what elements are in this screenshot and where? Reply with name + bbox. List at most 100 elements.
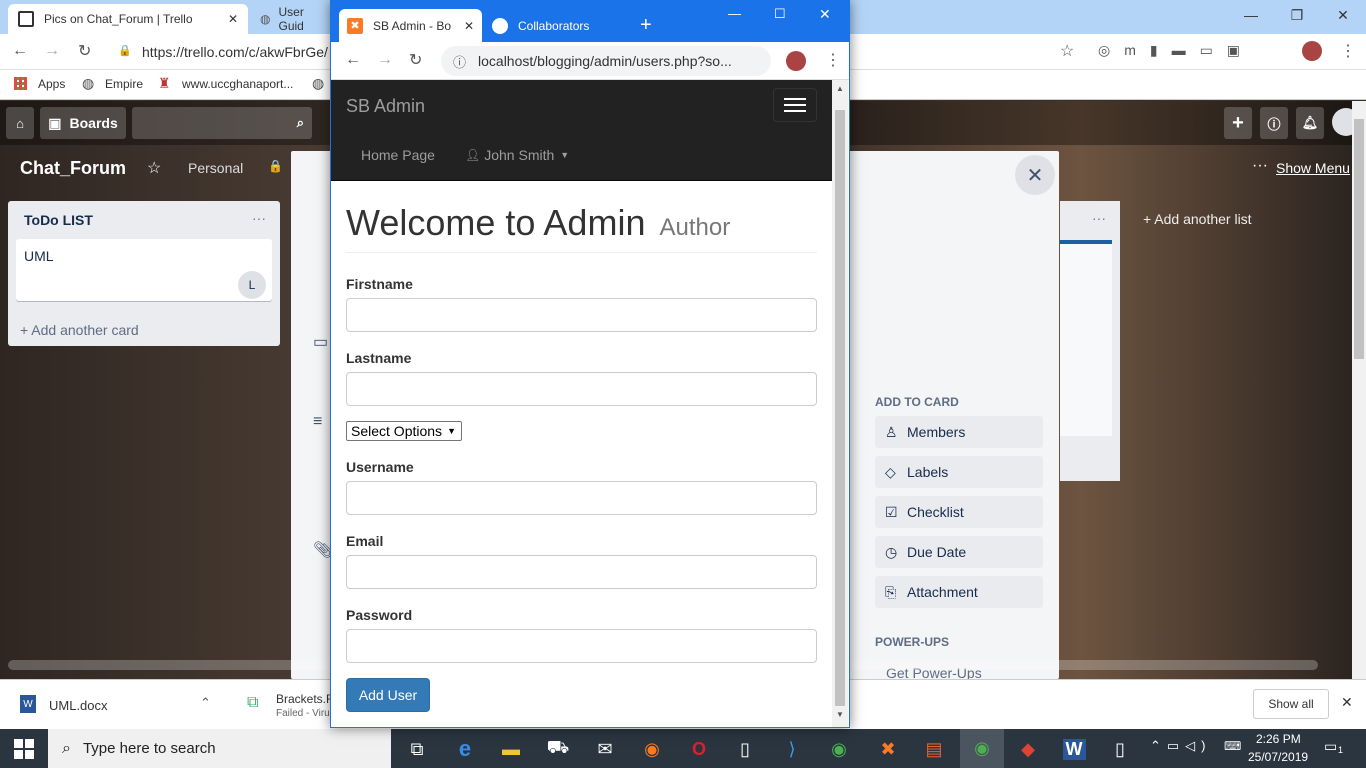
minimize-icon[interactable]: — <box>1228 0 1274 30</box>
close-icon[interactable]: ✕ <box>228 12 238 26</box>
create-button[interactable]: + <box>1224 107 1252 139</box>
nav-home-link[interactable]: Home Page <box>361 147 435 163</box>
clock-date[interactable]: 25/07/2019 <box>1248 750 1308 764</box>
scroll-down-icon[interactable]: ▼ <box>832 706 848 724</box>
git-icon[interactable]: ◆ <box>1006 732 1050 766</box>
list-menu-icon[interactable]: ··· <box>252 210 266 226</box>
firefox-icon[interactable]: ◉ <box>630 732 674 766</box>
back-arrow-icon[interactable]: ← <box>12 42 28 60</box>
maximize-icon[interactable]: ☐ <box>774 6 786 22</box>
modal-close-button[interactable]: ✕ <box>1015 155 1055 195</box>
trello-search-input[interactable]: ⌕ <box>132 107 312 139</box>
forward-arrow-icon[interactable]: → <box>44 42 60 60</box>
attachment-button[interactable]: ⎘ Attachment <box>875 576 1043 608</box>
username-field[interactable] <box>346 481 817 515</box>
star-icon[interactable]: ☆ <box>147 158 161 178</box>
reload-icon[interactable]: ↻ <box>78 41 91 61</box>
labels-button[interactable]: ◇ Labels <box>875 456 1043 488</box>
add-list-link[interactable]: + Add another list <box>1143 211 1252 227</box>
checklist-button[interactable]: ☑ Checklist <box>875 496 1043 528</box>
windows-start-icon[interactable] <box>14 739 34 759</box>
sublime-icon[interactable]: ▤ <box>912 732 956 766</box>
action-center-icon[interactable]: ▭ <box>1324 738 1337 755</box>
notifications-button[interactable]: 🔔︎ <box>1296 107 1324 139</box>
email-field[interactable] <box>346 555 817 589</box>
scrollbar-thumb[interactable] <box>835 110 845 706</box>
front-tab-collaborators[interactable]: Collaborators <box>484 9 627 42</box>
back-arrow-icon[interactable]: ← <box>345 51 361 69</box>
chevron-up-icon[interactable]: ⌃ <box>200 695 211 711</box>
back-tab-trello[interactable]: Pics on Chat_Forum | Trello ✕ <box>8 4 248 34</box>
download-file1[interactable]: UML.docx <box>49 698 108 713</box>
lock-icon[interactable]: 🔒 <box>268 159 283 173</box>
taskbar-search-input[interactable]: ⌕ Type here to search <box>48 729 391 768</box>
list-menu-icon[interactable]: ··· <box>1092 210 1106 226</box>
scroll-up-icon[interactable]: ▲ <box>832 80 848 98</box>
reload-icon[interactable]: ↻ <box>409 50 422 70</box>
bookmark-star-icon[interactable]: ☆ <box>1060 41 1074 61</box>
file-explorer-icon[interactable]: ▬ <box>489 732 533 766</box>
nav-user-dropdown[interactable]: 👤︎ John Smith ▼ <box>465 147 569 163</box>
vscode-icon[interactable]: ⟩ <box>770 732 814 766</box>
notepad-icon[interactable]: ▯ <box>1098 732 1142 766</box>
due-date-button[interactable]: ◷ Due Date <box>875 536 1043 568</box>
extensions-icons[interactable]: ◎m▮▬▭▣ <box>1098 42 1254 59</box>
sb-brand[interactable]: SB Admin <box>346 96 425 117</box>
role-select[interactable]: Select Options ▼ <box>346 421 462 441</box>
members-button[interactable]: ♙ Members <box>875 416 1043 448</box>
add-card-link[interactable]: + Add another card <box>20 322 139 338</box>
mail-icon[interactable]: ✉ <box>583 732 627 766</box>
card[interactable]: UML L <box>16 239 272 301</box>
chrome-active-icon[interactable]: ◉ <box>960 729 1004 768</box>
download-file2[interactable]: Brackets.F <box>276 692 333 706</box>
scrollbar-thumb[interactable] <box>1354 119 1364 359</box>
profile-avatar[interactable] <box>786 51 806 71</box>
close-downloads-icon[interactable]: ✕ <box>1341 694 1353 711</box>
card-member-avatar[interactable]: L <box>238 271 266 299</box>
firstname-field[interactable] <box>346 298 817 332</box>
forward-arrow-icon[interactable]: → <box>377 51 393 69</box>
board-visibility-team[interactable]: Personal <box>188 160 243 176</box>
xampp-icon[interactable]: ✖ <box>866 732 910 766</box>
navbar-toggle-button[interactable] <box>773 88 817 122</box>
task-view-icon[interactable]: ⧉ <box>395 732 439 766</box>
close-window-icon[interactable]: ✕ <box>819 6 831 23</box>
restore-icon[interactable]: ❐ <box>1274 0 1320 30</box>
page-scrollbar[interactable] <box>1352 101 1366 679</box>
menu-dots-icon[interactable]: ⋮ <box>1340 41 1356 61</box>
board-title[interactable]: Chat_Forum <box>20 158 126 179</box>
store-icon[interactable]: ⛟ <box>536 732 580 766</box>
new-tab-button[interactable]: + <box>640 14 652 37</box>
word-icon[interactable]: W <box>1052 732 1096 766</box>
dots-icon[interactable]: ··· <box>1252 157 1268 175</box>
bookmark-empire[interactable]: Empire <box>105 77 143 91</box>
password-field[interactable] <box>346 629 817 663</box>
keyboard-icon[interactable]: ⌨ <box>1224 739 1241 753</box>
chrome-icon[interactable]: ◉ <box>817 732 861 766</box>
bookmark-ucc[interactable]: www.uccghanaport... <box>182 77 293 91</box>
front-tab-sbadmin[interactable]: ✖ SB Admin - Bo ✕ <box>339 9 482 42</box>
back-url[interactable]: https://trello.com/c/akwFbrGe/ <box>142 44 328 60</box>
show-menu-link[interactable]: Show Menu <box>1276 160 1350 176</box>
lastname-field[interactable] <box>346 372 817 406</box>
edge-icon[interactable]: e <box>443 732 487 766</box>
clock-time[interactable]: 2:26 PM <box>1256 732 1301 746</box>
menu-dots-icon[interactable]: ⋮ <box>825 50 841 70</box>
boards-button[interactable]: ▣ Boards <box>40 107 126 139</box>
add-user-button[interactable]: Add User <box>346 678 430 712</box>
minimize-icon[interactable]: — <box>728 6 741 21</box>
back-tab-userguide[interactable]: ◍ User Guid <box>250 4 340 34</box>
close-icon[interactable]: ✕ <box>464 19 474 33</box>
show-all-button[interactable]: Show all <box>1253 689 1329 719</box>
front-page-scrollbar[interactable]: ▲ ▼ <box>832 80 848 727</box>
profile-avatar[interactable] <box>1302 41 1322 61</box>
system-tray-icons[interactable]: ⌃▭◁) <box>1150 738 1212 754</box>
info-button[interactable]: ⓘ <box>1260 107 1288 139</box>
list-title[interactable]: ToDo LIST <box>24 212 93 228</box>
bookmark-apps[interactable]: Apps <box>38 77 65 91</box>
front-address-bar[interactable]: ⓘ localhost/blogging/admin/users.php?so.… <box>441 46 771 76</box>
file-icon[interactable]: ▯ <box>723 732 767 766</box>
home-button[interactable]: ⌂ <box>6 107 34 139</box>
close-window-icon[interactable]: ✕ <box>1320 0 1366 30</box>
opera-icon[interactable]: O <box>677 732 721 766</box>
